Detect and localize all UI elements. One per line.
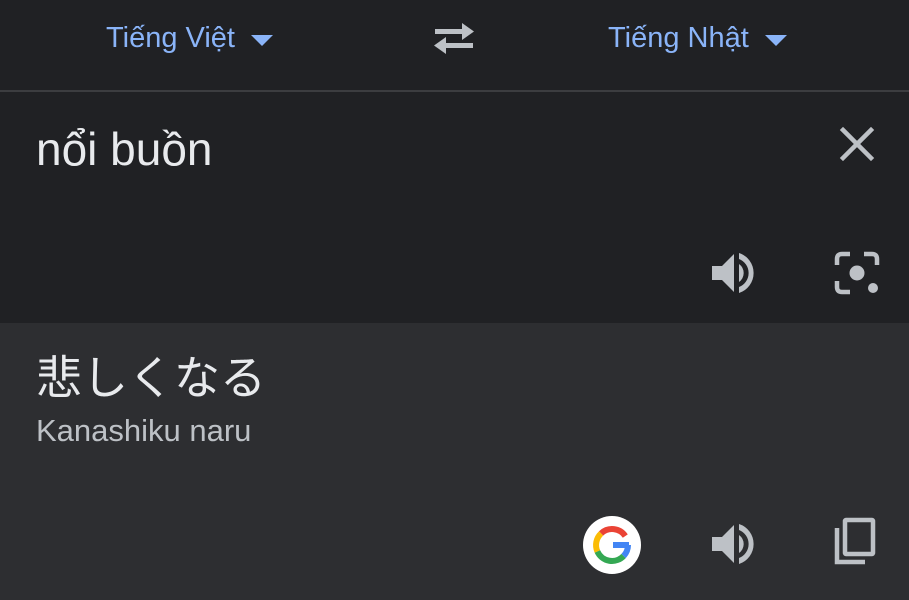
target-language-label: Tiếng Nhật <box>608 22 749 54</box>
source-panel[interactable]: nổi buồn <box>0 92 909 323</box>
result-panel: 悲しくなる Kanashiku naru <box>0 323 909 600</box>
close-icon <box>839 126 875 162</box>
google-logo-icon <box>593 526 631 564</box>
camera-lens-icon <box>834 251 880 295</box>
swap-arrows-icon <box>434 23 474 54</box>
target-language-selector[interactable]: Tiếng Nhật <box>608 18 787 58</box>
camera-lens-button[interactable] <box>829 245 885 301</box>
translate-app: Tiếng Việt Tiếng Nhật nổi buồn 悲しくなる Kan… <box>0 0 909 600</box>
source-text-input[interactable]: nổi buồn <box>36 120 213 178</box>
speaker-icon <box>712 524 754 564</box>
copy-translation-button[interactable] <box>827 514 883 570</box>
translation-text: 悲しくなる <box>36 352 266 404</box>
copy-icon <box>834 517 876 565</box>
swap-languages-button[interactable] <box>426 14 482 62</box>
romanization-text: Kanashiku naru <box>36 413 252 448</box>
clear-text-button[interactable] <box>829 116 885 172</box>
listen-source-button[interactable] <box>705 245 761 301</box>
chevron-down-icon <box>250 34 273 46</box>
language-bar: Tiếng Việt Tiếng Nhật <box>0 0 909 90</box>
google-search-button[interactable] <box>583 516 641 574</box>
speaker-icon <box>712 253 754 293</box>
listen-translation-button[interactable] <box>705 516 761 572</box>
chevron-down-icon <box>764 34 787 46</box>
source-language-label: Tiếng Việt <box>106 22 235 54</box>
source-language-selector[interactable]: Tiếng Việt <box>106 18 273 58</box>
